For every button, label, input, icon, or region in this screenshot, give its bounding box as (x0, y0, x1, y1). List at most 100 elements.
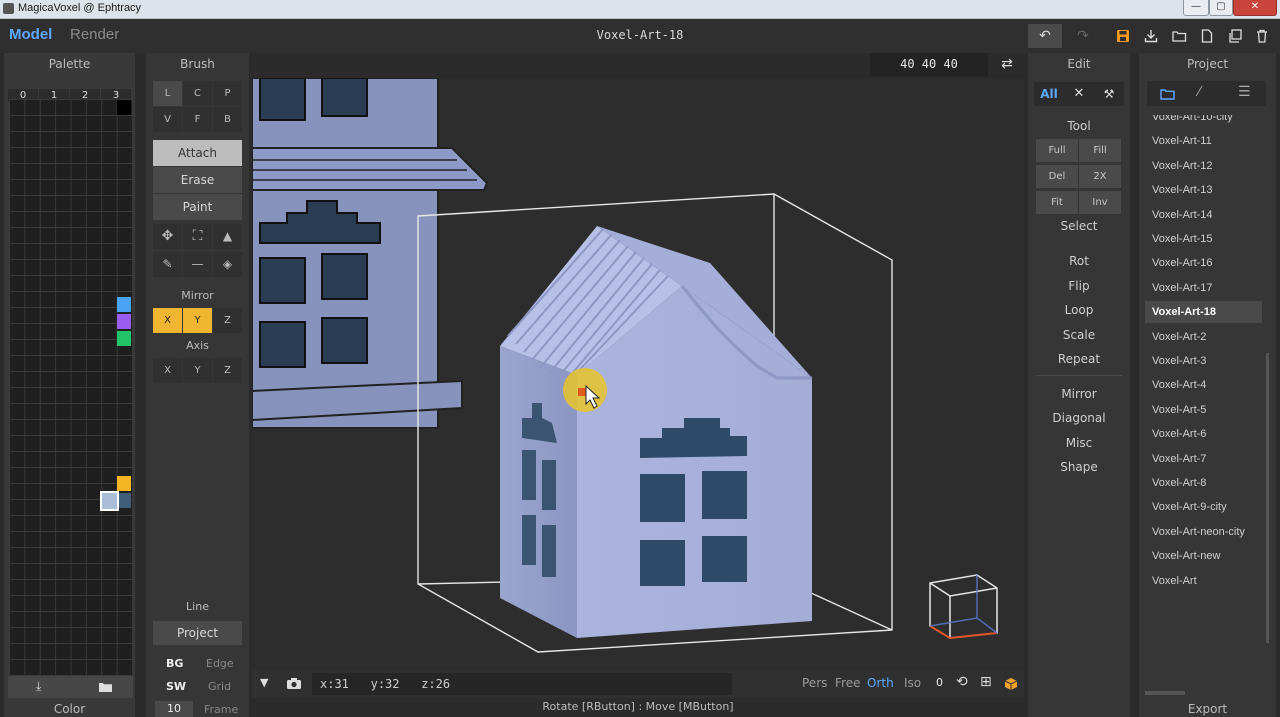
picker-tool-button[interactable]: ✎ (153, 252, 182, 277)
project-scrollbar-v[interactable] (1266, 353, 1269, 643)
palette-swatch-slate[interactable] (117, 493, 131, 508)
edit-tab-all[interactable]: All (1034, 82, 1064, 106)
view-pers-button[interactable]: Pers (802, 676, 827, 690)
copy-button[interactable] (1222, 24, 1248, 48)
edge-button[interactable]: Edge (206, 657, 234, 670)
project-item[interactable]: Voxel-Art-18 (1145, 301, 1262, 324)
project-item[interactable]: Voxel-Art-15 (1145, 228, 1262, 250)
scale-button[interactable]: Scale (1028, 328, 1130, 342)
misc-button[interactable]: Misc (1028, 436, 1130, 450)
brush-shape-c[interactable]: C (183, 81, 212, 106)
line-tool-button[interactable]: — (183, 252, 212, 277)
open-folder-button[interactable] (1166, 24, 1192, 48)
tool-2x-button[interactable]: 2X (1079, 165, 1121, 188)
frame-value[interactable]: 10 (155, 701, 193, 717)
project-item[interactable]: Voxel-Art-11 (1145, 130, 1262, 152)
render-tab[interactable]: Render (70, 26, 119, 43)
axis-y-button[interactable]: Y (183, 358, 212, 383)
project-item[interactable]: Voxel-Art-10-city (1145, 115, 1262, 128)
move-tool-button[interactable]: ✥ (153, 224, 182, 249)
reset-rotation-icon[interactable]: ⟲ (956, 674, 968, 690)
project-item[interactable]: Voxel-Art-14 (1145, 204, 1262, 226)
redo-button[interactable]: ↷ (1066, 24, 1100, 48)
project-item[interactable]: Voxel-Art-4 (1145, 374, 1262, 396)
project-item[interactable]: Voxel-Art-3 (1145, 350, 1262, 372)
brush-shape-f[interactable]: F (183, 107, 212, 132)
mirror-y-button[interactable]: Y (183, 308, 212, 333)
select-box-button[interactable]: ⛶ (183, 224, 212, 249)
project-item[interactable]: Voxel-Art (1145, 570, 1262, 592)
palette-grid[interactable] (9, 99, 132, 675)
project-item[interactable]: Voxel-Art-16 (1145, 252, 1262, 274)
view-free-button[interactable]: Free (835, 676, 860, 690)
grid-view-icon[interactable]: ⊞ (980, 674, 992, 690)
axis-z-button[interactable]: Z (213, 358, 242, 383)
palette-swatch-green[interactable] (117, 331, 131, 346)
project-item[interactable]: Voxel-Art-8 (1145, 472, 1262, 494)
folder-icon[interactable] (1160, 88, 1175, 100)
text-tool-button[interactable]: ▲ (213, 224, 242, 249)
palette-swatch-black[interactable] (117, 100, 131, 115)
tool-del-button[interactable]: Del (1036, 165, 1078, 188)
swap-dimensions-button[interactable]: ⇄ (990, 53, 1024, 76)
project-button[interactable]: Project (153, 621, 242, 645)
project-item[interactable]: Voxel-Art-7 (1145, 448, 1262, 470)
project-item[interactable]: Voxel-Art-new (1145, 545, 1262, 567)
transform-icon[interactable]: ✕ (1064, 82, 1094, 106)
model-tab[interactable]: Model (9, 26, 52, 43)
palette-swatch-blue[interactable] (117, 297, 131, 312)
download-button[interactable] (1138, 24, 1164, 48)
project-item[interactable]: Voxel-Art-2 (1145, 326, 1262, 348)
minimize-button[interactable]: — (1183, 0, 1209, 16)
maximize-button[interactable]: ▢ (1209, 0, 1233, 16)
view-orth-button[interactable]: Orth (867, 676, 894, 690)
bucket-tool-button[interactable]: ◈ (213, 252, 242, 277)
brush-shape-b[interactable]: B (213, 107, 242, 132)
brush-shape-v[interactable]: V (153, 107, 182, 132)
camera-icon[interactable] (286, 677, 302, 690)
palette-swatch-selected[interactable] (100, 491, 119, 511)
palette-folder-icon[interactable] (98, 681, 113, 693)
brush-shape-p[interactable]: P (213, 81, 242, 106)
3d-viewport[interactable] (252, 78, 1024, 670)
diagonal-button[interactable]: Diagonal (1028, 411, 1130, 425)
tool-inv-button[interactable]: Inv (1079, 191, 1121, 214)
project-scrollbar-h[interactable] (1145, 691, 1185, 695)
project-item[interactable]: Voxel-Art-5 (1145, 399, 1262, 421)
project-item[interactable]: Voxel-Art-12 (1145, 155, 1262, 177)
tool-fit-button[interactable]: Fit (1036, 191, 1078, 214)
loop-button[interactable]: Loop (1028, 303, 1130, 317)
bg-button[interactable]: BG (166, 657, 183, 670)
project-item[interactable]: Voxel-Art-6 (1145, 423, 1262, 445)
project-item[interactable]: Voxel-Art-17 (1145, 277, 1262, 299)
brush-shape-l[interactable]: L (153, 81, 182, 106)
save-button[interactable] (1110, 24, 1136, 48)
list-icon[interactable]: ☰ (1238, 84, 1251, 100)
tool-full-button[interactable]: Full (1036, 139, 1078, 162)
brush-icon[interactable]: ⁄ (1198, 85, 1200, 100)
sw-button[interactable]: SW (166, 680, 186, 693)
mirror-action-button[interactable]: Mirror (1028, 387, 1130, 401)
voxel-cube-icon[interactable] (1004, 677, 1018, 691)
palette-import-icon[interactable]: ⤓ (36, 679, 41, 694)
project-item[interactable]: Voxel-Art-neon-city (1145, 521, 1262, 543)
dimensions-field[interactable]: 40 40 40 (870, 53, 988, 76)
tool-fill-button[interactable]: Fill (1079, 139, 1121, 162)
export-button[interactable]: Export (1139, 698, 1276, 717)
attach-button[interactable]: Attach (153, 140, 242, 166)
project-item[interactable]: Voxel-Art-13 (1145, 179, 1262, 201)
dropdown-arrow-icon[interactable]: ▼ (260, 676, 268, 689)
view-iso-button[interactable]: Iso (904, 676, 921, 690)
mirror-z-button[interactable]: Z (213, 308, 242, 333)
rot-button[interactable]: Rot (1028, 254, 1130, 268)
project-item[interactable]: Voxel-Art-9-city (1145, 496, 1262, 518)
close-button[interactable]: ✕ (1233, 0, 1277, 16)
shape-button[interactable]: Shape (1028, 460, 1130, 474)
repeat-button[interactable]: Repeat (1028, 352, 1130, 366)
palette-swatch-purple[interactable] (117, 314, 131, 329)
wrench-icon[interactable]: ⚒ (1094, 82, 1124, 106)
flip-button[interactable]: Flip (1028, 279, 1130, 293)
erase-button[interactable]: Erase (153, 167, 242, 193)
palette-swatch-yellow[interactable] (117, 476, 131, 491)
axis-x-button[interactable]: X (153, 358, 182, 383)
